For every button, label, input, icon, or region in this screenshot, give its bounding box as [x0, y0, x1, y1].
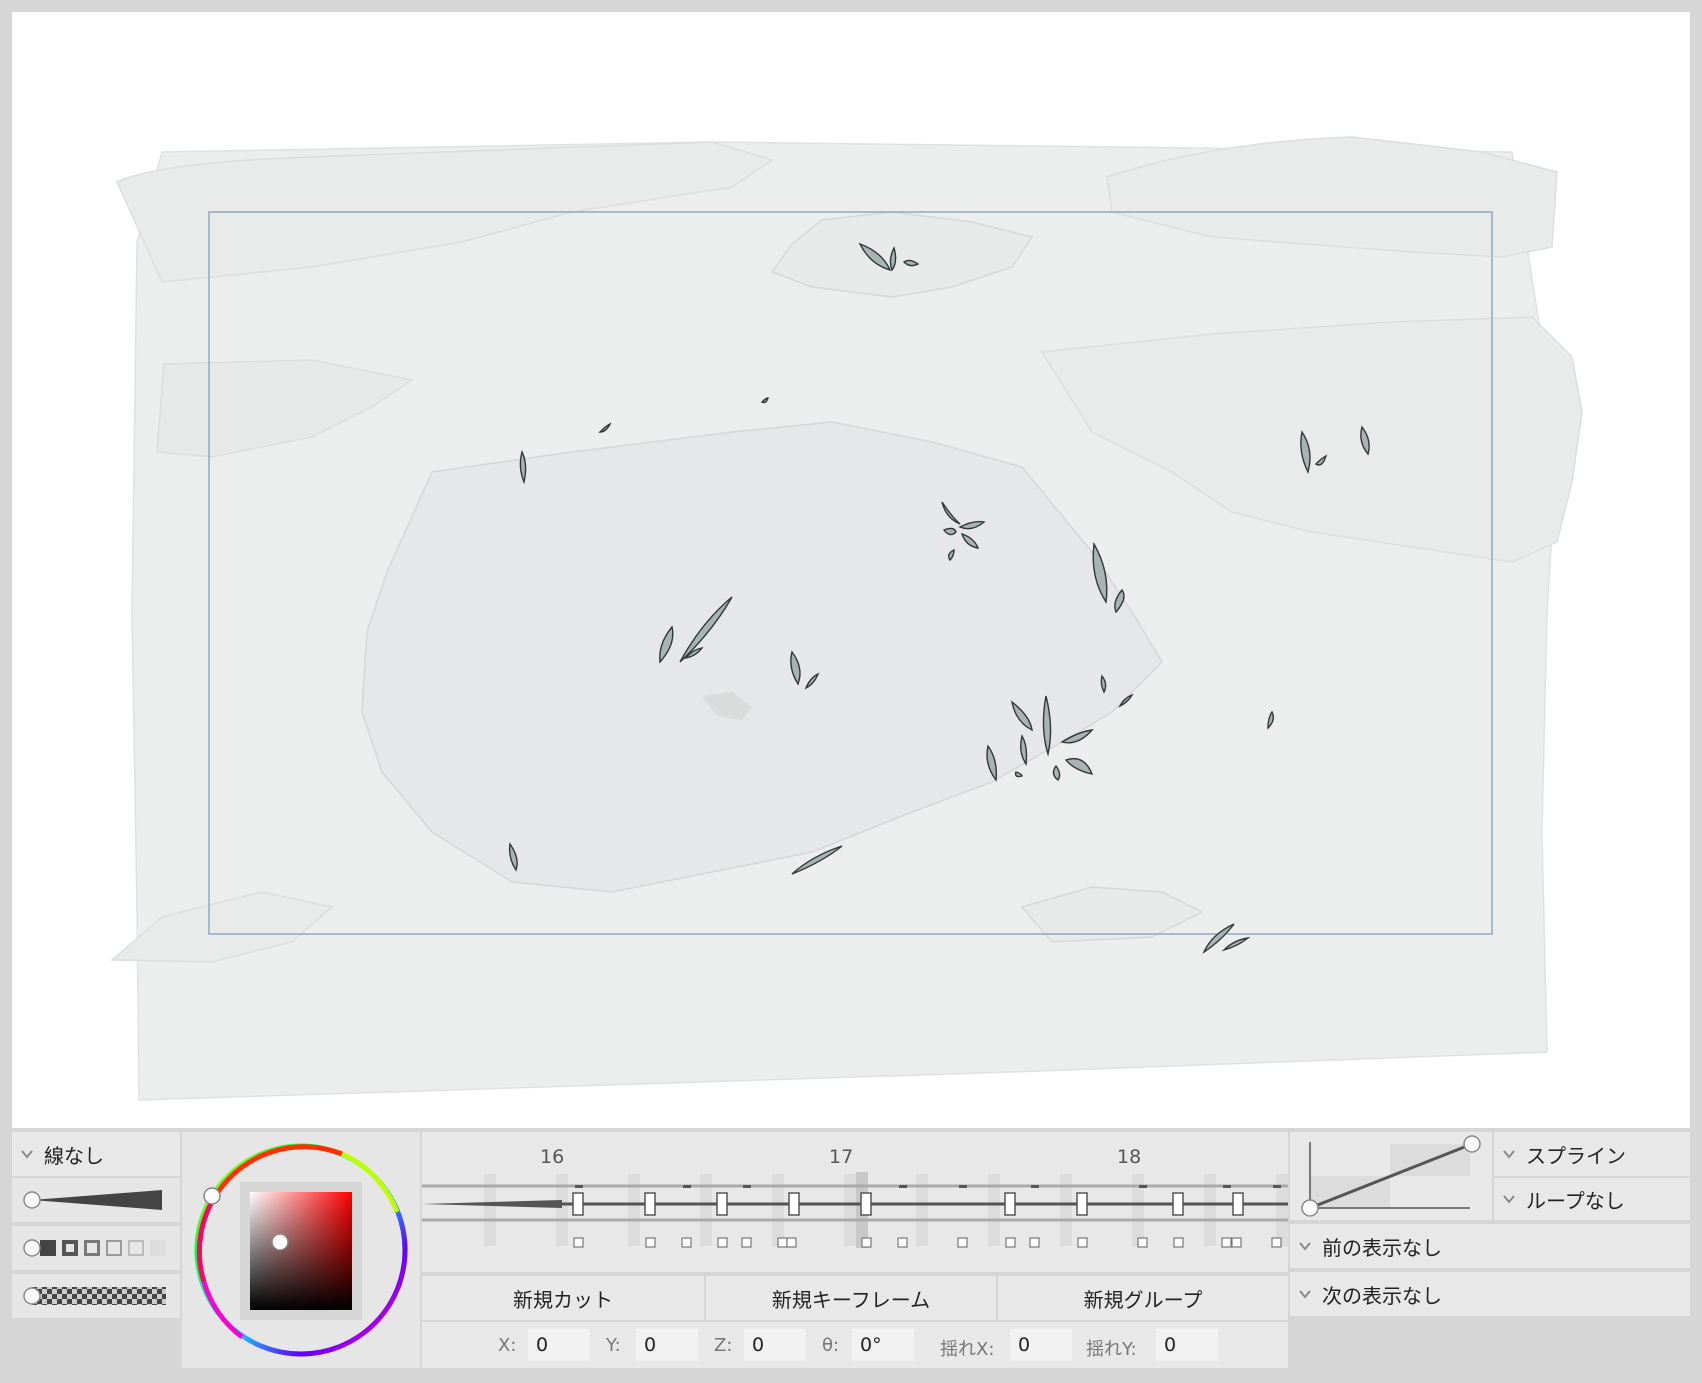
interpolation-label: スプライン — [1526, 1143, 1626, 1168]
curve-end-handle[interactable] — [1463, 1135, 1481, 1153]
prev-onion-label: 前の表示なし — [1322, 1235, 1442, 1260]
taper-brush-icon[interactable] — [12, 1178, 180, 1222]
chevron-down-icon — [1298, 1287, 1312, 1301]
new-cut-button[interactable]: 新規カット — [422, 1276, 704, 1320]
shape-slider-row[interactable] — [12, 1226, 180, 1270]
y-input[interactable]: 0 — [636, 1329, 698, 1361]
hue-cursor[interactable] — [203, 1187, 221, 1205]
theta-input[interactable]: 0° — [852, 1329, 914, 1361]
artwork-svg — [110, 136, 1583, 1101]
shake-x-input[interactable]: 0 — [1010, 1329, 1072, 1361]
x-label: X: — [498, 1335, 517, 1356]
line-mode-dropdown[interactable]: 線なし — [12, 1132, 180, 1176]
checker-texture-icon[interactable] — [12, 1274, 180, 1318]
interpolation-dropdown[interactable]: スプライン — [1494, 1132, 1690, 1176]
z-label: Z: — [714, 1335, 733, 1356]
chevron-down-icon — [1502, 1192, 1516, 1206]
bottom-panel: 線なし 16 17 18 新規カット 新規キーフレーム 新規グループ X: 0 … — [12, 1130, 1690, 1370]
prev-onion-dropdown[interactable]: 前の表示なし — [1290, 1224, 1690, 1268]
easing-curve-editor[interactable] — [1290, 1132, 1492, 1220]
color-cursor[interactable] — [271, 1233, 289, 1251]
drawing-canvas[interactable] — [12, 12, 1690, 1128]
shake-y-label: 揺れY: — [1086, 1339, 1137, 1360]
loop-dropdown[interactable]: ループなし — [1494, 1178, 1690, 1220]
new-keyframe-button[interactable]: 新規キーフレーム — [706, 1276, 996, 1320]
timeline[interactable]: 16 17 18 — [422, 1132, 1288, 1272]
curve-start-handle[interactable] — [1301, 1199, 1319, 1217]
transform-fields: X: 0 Y: 0 Z: 0 θ: 0° 揺れX: 0 揺れY: 0 — [422, 1322, 1288, 1368]
shake-x-label: 揺れX: — [940, 1339, 995, 1360]
z-input[interactable]: 0 — [744, 1329, 806, 1361]
texture-slider-row[interactable] — [12, 1274, 180, 1318]
chevron-down-icon — [20, 1147, 34, 1161]
chevron-down-icon — [1298, 1239, 1312, 1253]
shake-y-input[interactable]: 0 — [1156, 1329, 1218, 1361]
next-onion-label: 次の表示なし — [1322, 1283, 1442, 1308]
next-onion-dropdown[interactable]: 次の表示なし — [1290, 1272, 1690, 1316]
y-label: Y: — [606, 1335, 621, 1356]
square-shapes-icon[interactable] — [12, 1226, 180, 1270]
loop-label: ループなし — [1526, 1188, 1625, 1213]
new-group-button[interactable]: 新規グループ — [998, 1276, 1288, 1320]
hue-wheel-icon[interactable] — [182, 1132, 420, 1368]
width-slider-row[interactable] — [12, 1178, 180, 1222]
x-input[interactable]: 0 — [528, 1329, 590, 1361]
timeline-track[interactable] — [422, 1132, 1288, 1272]
theta-label: θ: — [822, 1335, 840, 1356]
color-picker[interactable] — [182, 1132, 420, 1368]
line-mode-label: 線なし — [44, 1143, 104, 1168]
chevron-down-icon — [1502, 1147, 1516, 1161]
easing-curve-icon[interactable] — [1290, 1132, 1492, 1220]
